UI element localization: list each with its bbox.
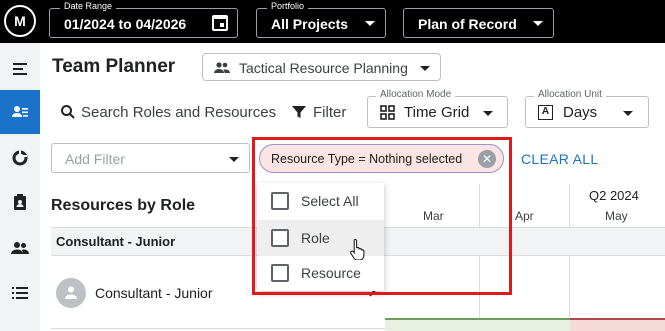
resource-name: Consultant - Junior [95, 285, 213, 301]
allocation-mode-label: Allocation Mode [376, 89, 456, 100]
menu-icon [13, 63, 27, 75]
close-icon[interactable]: ✕ [478, 150, 496, 168]
option-label: Resource [301, 265, 361, 281]
portfolio-label: Portfolio [267, 1, 309, 11]
checkbox[interactable] [271, 264, 289, 282]
people-icon [214, 62, 230, 73]
plan-select[interactable]: Plan of Record [403, 8, 554, 38]
add-filter-select[interactable]: Add Filter [51, 143, 250, 173]
add-filter-placeholder: Add Filter [65, 151, 125, 167]
option-label: Role [301, 230, 330, 246]
dropdown-option-resource[interactable]: Resource [257, 255, 384, 291]
search-roles-resources[interactable]: Search Roles and Resources [60, 100, 276, 124]
top-bar: M Date Range 01/2024 to 04/2026 Portfoli… [0, 0, 665, 43]
hand-cursor-icon [350, 238, 365, 260]
portfolio-select[interactable]: Portfolio All Projects [256, 1, 386, 38]
sidebar [0, 43, 40, 331]
sidebar-item-people[interactable] [0, 226, 40, 270]
list-icon [12, 287, 28, 299]
role-group-label: Consultant - Junior [56, 234, 176, 249]
resource-type-filter-chip[interactable]: Resource Type = Nothing selected ✕ [259, 144, 504, 173]
chevron-down-icon [420, 66, 430, 71]
checkbox[interactable] [271, 192, 289, 210]
plan-value: Plan of Record [418, 16, 517, 32]
people-icon [11, 242, 29, 254]
filter-label: Filter [313, 103, 347, 121]
grid-icon [380, 105, 395, 120]
chevron-down-icon [483, 111, 493, 116]
allocation-unit-select[interactable]: Allocation Unit A Days [525, 89, 649, 128]
sidebar-item-list[interactable] [0, 271, 40, 315]
chevron-down-icon [623, 111, 633, 116]
search-label: Search Roles and Resources [81, 103, 277, 121]
page-title: Team Planner [52, 56, 176, 77]
allocation-bar [385, 318, 570, 331]
allocation-mode-select[interactable]: Allocation Mode Time Grid [367, 89, 508, 128]
clipboard-person-icon [14, 194, 26, 210]
pie-chart-icon [12, 150, 28, 166]
view-select[interactable]: Tactical Resource Planning [202, 53, 441, 81]
calendar-icon[interactable] [212, 15, 228, 31]
resource-type-dropdown: Select All Role Resource [257, 183, 384, 291]
date-range-picker[interactable]: Date Range 01/2024 to 04/2026 [49, 1, 238, 38]
person-icon [65, 286, 77, 299]
chevron-down-icon [533, 21, 543, 26]
sidebar-item-team-planner[interactable] [0, 90, 40, 134]
option-label: Select All [301, 193, 359, 209]
sidebar-item-menu[interactable] [0, 47, 40, 91]
team-planner-icon [12, 106, 28, 117]
chevron-down-icon [229, 157, 239, 162]
month-label: Apr [515, 209, 534, 223]
allocation-mode-value: Time Grid [404, 104, 470, 121]
date-range-label: Date Range [60, 1, 117, 11]
chevron-down-icon [365, 21, 375, 26]
funnel-icon [292, 106, 306, 118]
month-label: Mar [423, 209, 444, 223]
app-logo[interactable]: M [4, 5, 36, 37]
dropdown-option-select-all[interactable]: Select All [257, 183, 384, 219]
letter-a-icon: A [538, 105, 553, 120]
allocation-bar [570, 318, 665, 331]
checkbox[interactable] [271, 229, 289, 247]
sidebar-item-analytics[interactable] [0, 136, 40, 180]
view-select-value: Tactical Resource Planning [239, 60, 408, 76]
sidebar-item-assignments[interactable] [0, 180, 40, 224]
search-icon [61, 105, 75, 119]
resources-by-role-header: Resources by Role [51, 197, 196, 214]
month-label: May [605, 209, 628, 223]
filter-button[interactable]: Filter [292, 100, 346, 124]
allocation-unit-value: Days [563, 104, 598, 121]
allocation-unit-label: Allocation Unit [534, 89, 606, 100]
avatar [56, 278, 86, 308]
date-range-value: 01/2024 to 04/2026 [64, 16, 187, 32]
quarter-label: Q2 2024 [589, 188, 639, 203]
clear-all-button[interactable]: CLEAR ALL [521, 151, 598, 167]
filter-chip-label: Resource Type = Nothing selected [271, 152, 463, 166]
portfolio-value: All Projects [271, 16, 349, 32]
